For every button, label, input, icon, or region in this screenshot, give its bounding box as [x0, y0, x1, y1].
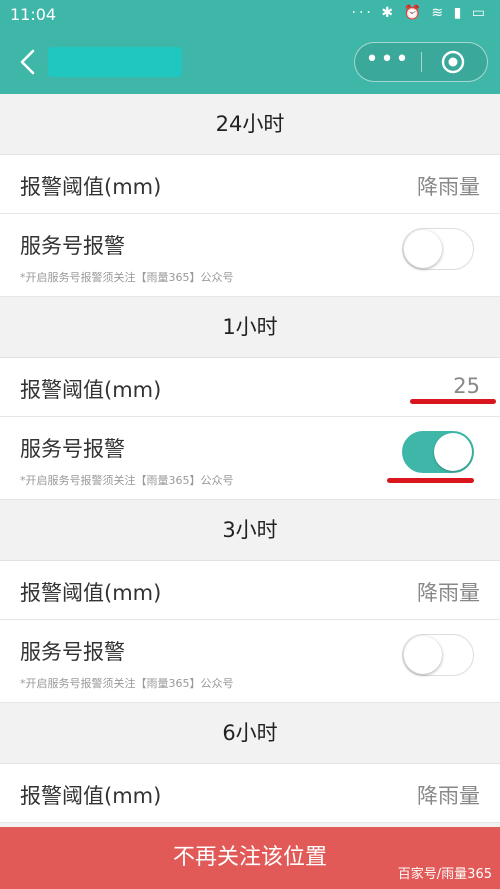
service-alert-note: *开启服务号报警须关注【雨量365】公众号 — [20, 474, 234, 487]
alert-settings-list: 24小时 报警阈值(mm) 降雨量 服务号报警 *开启服务号报警须关注【雨量36… — [0, 94, 500, 823]
threshold-label: 报警阈值(mm) — [20, 581, 162, 605]
watermark: 百家号/雨量365 — [397, 867, 492, 882]
more-dots-icon: ··· — [351, 5, 374, 21]
service-alert-toggle-3h[interactable] — [402, 634, 474, 676]
status-time: 11:04 — [10, 5, 57, 24]
service-alert-label: 服务号报警 — [20, 640, 125, 664]
unfollow-location-label: 不再关注该位置 — [172, 845, 327, 870]
threshold-value[interactable]: 降雨量 — [417, 780, 480, 810]
service-alert-label: 服务号报警 — [20, 234, 125, 258]
section-header-24h: 24小时 — [0, 94, 500, 155]
service-alert-toggle-1h[interactable] — [402, 431, 474, 473]
back-arrow-icon[interactable] — [18, 48, 38, 76]
section-header-3h: 3小时 — [0, 500, 500, 561]
mini-program-capsule: ••• — [354, 42, 488, 82]
service-alert-label: 服务号报警 — [20, 437, 125, 461]
toggle-knob — [434, 433, 472, 471]
alarm-icon: ⏰ — [403, 5, 424, 21]
battery-icon: ▭ — [471, 5, 488, 21]
service-alert-row-3h: 服务号报警 *开启服务号报警须关注【雨量365】公众号 — [0, 620, 500, 703]
threshold-value[interactable]: 降雨量 — [417, 577, 480, 607]
bluetooth-icon: ✱ — [381, 5, 397, 21]
service-alert-row-24h: 服务号报警 *开启服务号报警须关注【雨量365】公众号 — [0, 214, 500, 297]
threshold-value[interactable]: 25 — [453, 374, 480, 398]
status-icons: ··· ✱ ⏰ ≋ ▮ ▭ — [352, 5, 488, 21]
threshold-label: 报警阈值(mm) — [20, 784, 162, 808]
close-target-icon[interactable] — [441, 50, 465, 74]
section-header-1h: 1小时 — [0, 297, 500, 358]
threshold-row-6h[interactable]: 报警阈值(mm) 降雨量 — [0, 764, 500, 823]
annotation-underline-toggle — [387, 478, 474, 483]
threshold-row-1h[interactable]: 报警阈值(mm) 25 — [0, 358, 500, 417]
service-alert-toggle-24h[interactable] — [402, 228, 474, 270]
annotation-underline-threshold — [410, 399, 496, 404]
service-alert-note: *开启服务号报警须关注【雨量365】公众号 — [20, 271, 234, 284]
threshold-row-3h[interactable]: 报警阈值(mm) 降雨量 — [0, 561, 500, 620]
section-header-6h: 6小时 — [0, 703, 500, 764]
status-bar: 11:04 ··· ✱ ⏰ ≋ ▮ ▭ — [0, 0, 500, 30]
signal-icon: ▮ — [453, 5, 465, 21]
toggle-knob — [404, 230, 442, 268]
service-alert-row-1h: 服务号报警 *开启服务号报警须关注【雨量365】公众号 — [0, 417, 500, 500]
service-alert-note: *开启服务号报警须关注【雨量365】公众号 — [20, 677, 234, 690]
threshold-row-24h[interactable]: 报警阈值(mm) 降雨量 — [0, 155, 500, 214]
threshold-label: 报警阈值(mm) — [20, 378, 162, 402]
unfollow-location-button[interactable]: 不再关注该位置 百家号/雨量365 — [0, 827, 500, 889]
wifi-icon: ≋ — [431, 5, 447, 21]
nav-bar: ••• — [0, 30, 500, 94]
threshold-label: 报警阈值(mm) — [20, 175, 162, 199]
toggle-knob — [404, 636, 442, 674]
threshold-value[interactable]: 降雨量 — [417, 171, 480, 201]
more-menu-button[interactable]: ••• — [355, 43, 421, 81]
more-dots-icon: ••• — [365, 47, 411, 72]
redacted-page-title — [48, 47, 182, 77]
capsule-divider — [421, 52, 422, 72]
